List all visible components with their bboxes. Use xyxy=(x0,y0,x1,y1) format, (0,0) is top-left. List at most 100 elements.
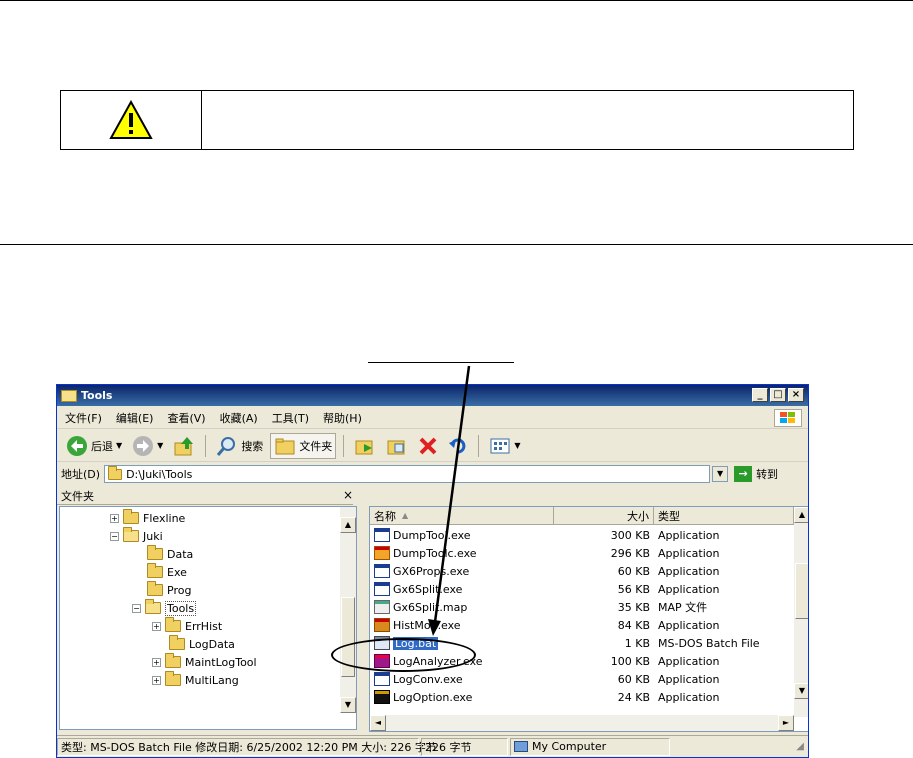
copy-to-button[interactable] xyxy=(383,434,411,458)
menu-favorites[interactable]: 收藏(A) xyxy=(220,410,258,426)
expand-icon[interactable]: + xyxy=(110,513,119,523)
go-button[interactable]: → 转到 xyxy=(734,466,778,482)
folder-tree: + Flexline − Juki Data Exe Prog − Tools + Er… xyxy=(59,506,357,730)
close-button[interactable]: × xyxy=(788,388,804,402)
menu-edit[interactable]: 编辑(E) xyxy=(116,410,154,426)
scroll-down-button[interactable]: ▼ xyxy=(340,697,356,713)
file-size: 56 KB xyxy=(617,582,650,596)
views-icon xyxy=(490,438,510,453)
tree-node-data[interactable]: Data xyxy=(147,545,193,563)
minimize-button[interactable]: _ xyxy=(752,388,768,402)
file-type: MS-DOS Batch File xyxy=(658,636,760,650)
undo-icon xyxy=(449,438,466,453)
app-icon xyxy=(374,582,390,596)
list-item[interactable]: Gx6Split.exe 56 KB Application xyxy=(370,580,794,598)
file-name: Gx6Split.map xyxy=(393,600,468,614)
move-to-button[interactable] xyxy=(351,434,379,458)
folder-open-icon xyxy=(145,599,161,614)
address-input[interactable]: D:\Juki\Tools xyxy=(104,465,711,483)
scroll-up-button[interactable]: ▲ xyxy=(794,507,808,523)
column-size-header[interactable]: 大小 xyxy=(554,507,654,524)
menu-help[interactable]: 帮助(H) xyxy=(323,410,362,426)
column-type-header[interactable]: 类型 xyxy=(654,507,794,524)
tree-node-multilang[interactable]: + MultiLang xyxy=(152,671,239,689)
resize-grip-icon[interactable]: ◢ xyxy=(796,741,804,752)
list-item[interactable]: DumpToolc.exe 296 KB Application xyxy=(370,544,794,562)
tree-node-errhist[interactable]: + ErrHist xyxy=(152,617,222,635)
back-button[interactable]: 后退 ▼ xyxy=(63,433,125,459)
histmon-icon xyxy=(374,618,390,632)
file-name: DumpToolc.exe xyxy=(393,546,477,560)
address-label: 地址(D) xyxy=(61,468,101,481)
tree-node-flexline[interactable]: + Flexline xyxy=(110,509,185,527)
list-horizontal-scrollbar[interactable]: ◄ ► xyxy=(370,715,794,731)
list-item[interactable]: LogOption.exe 24 KB Application xyxy=(370,688,794,706)
expand-icon[interactable]: + xyxy=(152,621,161,631)
scroll-down-button[interactable]: ▼ xyxy=(794,683,808,699)
tree-scrollbar[interactable]: ▲ ▼ xyxy=(340,507,356,713)
forward-arrow-icon xyxy=(133,435,154,456)
forward-button[interactable]: ▼ xyxy=(129,433,166,459)
tree-label: MaintLogTool xyxy=(185,655,257,669)
address-dropdown-button[interactable]: ▼ xyxy=(712,466,729,482)
menu-view[interactable]: 查看(V) xyxy=(167,410,205,426)
back-label: 后退 xyxy=(91,439,113,453)
column-name-header[interactable]: 名称 ▲ xyxy=(370,507,554,524)
back-arrow-icon xyxy=(67,435,87,456)
scroll-right-button[interactable]: ► xyxy=(778,715,794,731)
list-item[interactable]: GX6Props.exe 60 KB Application xyxy=(370,562,794,580)
folder-icon xyxy=(123,509,139,524)
list-item[interactable]: LogConv.exe 60 KB Application xyxy=(370,670,794,688)
tree-node-maintlogtool[interactable]: + MaintLogTool xyxy=(152,653,257,671)
tree-node-prog[interactable]: Prog xyxy=(147,581,191,599)
chevron-down-icon: ▼ xyxy=(514,441,521,450)
file-name: HistMon.exe xyxy=(393,618,461,632)
file-type: Application xyxy=(658,690,720,704)
scroll-left-button[interactable]: ◄ xyxy=(370,715,386,731)
chevron-down-icon: ▼ xyxy=(116,441,123,450)
callout-underline xyxy=(368,362,514,363)
list-item[interactable]: DumpTool.exe 300 KB Application xyxy=(370,526,794,544)
folders-pane-close-button[interactable]: × xyxy=(343,488,353,502)
file-size: 100 KB xyxy=(610,654,650,668)
search-label: 搜索 xyxy=(241,439,264,453)
scroll-up-button[interactable]: ▲ xyxy=(340,517,356,533)
maximize-button[interactable]: □ xyxy=(770,388,786,402)
chevron-down-icon: ▼ xyxy=(157,441,164,450)
collapse-icon[interactable]: − xyxy=(110,531,119,541)
tree-node-tools[interactable]: − Tools xyxy=(132,599,197,617)
file-type: Application xyxy=(658,672,720,686)
tree-label: MultiLang xyxy=(185,673,239,687)
tree-label: ErrHist xyxy=(185,619,223,633)
toolbar-separator xyxy=(343,434,345,457)
views-button[interactable]: ▼ xyxy=(486,434,523,458)
search-button[interactable]: 搜索 xyxy=(213,433,266,459)
undo-button[interactable] xyxy=(445,434,471,458)
tree-node-exe[interactable]: Exe xyxy=(147,563,187,581)
collapse-icon[interactable]: − xyxy=(132,603,141,613)
list-item[interactable]: HistMon.exe 84 KB Application xyxy=(370,616,794,634)
app-icon xyxy=(374,564,390,578)
tree-node-juki[interactable]: − Juki xyxy=(110,527,163,545)
tree-node-logdata[interactable]: LogData xyxy=(169,635,235,653)
expand-icon[interactable]: + xyxy=(152,657,161,667)
menu-tools[interactable]: 工具(T) xyxy=(272,410,309,426)
list-item[interactable]: Gx6Split.map 35 KB MAP 文件 xyxy=(370,598,794,616)
delete-button[interactable] xyxy=(415,434,441,458)
search-icon xyxy=(217,436,236,456)
up-folder-button[interactable] xyxy=(170,433,198,459)
menu-file[interactable]: 文件(F) xyxy=(65,410,102,426)
expand-icon[interactable]: + xyxy=(152,675,161,685)
file-size: 60 KB xyxy=(617,564,650,578)
title-bar[interactable]: Tools _ □ × xyxy=(57,385,808,406)
folder-icon xyxy=(147,581,163,596)
file-type: Application xyxy=(658,654,720,668)
file-type: Application xyxy=(658,582,720,596)
file-size: 296 KB xyxy=(610,546,650,560)
folders-button[interactable]: 文件夹 xyxy=(270,432,337,459)
file-size: 84 KB xyxy=(617,618,650,632)
folder-icon xyxy=(147,545,163,560)
list-vertical-scrollbar[interactable]: ▲ ▼ xyxy=(794,507,808,717)
scroll-thumb[interactable] xyxy=(795,563,808,619)
folder-icon xyxy=(169,635,185,650)
